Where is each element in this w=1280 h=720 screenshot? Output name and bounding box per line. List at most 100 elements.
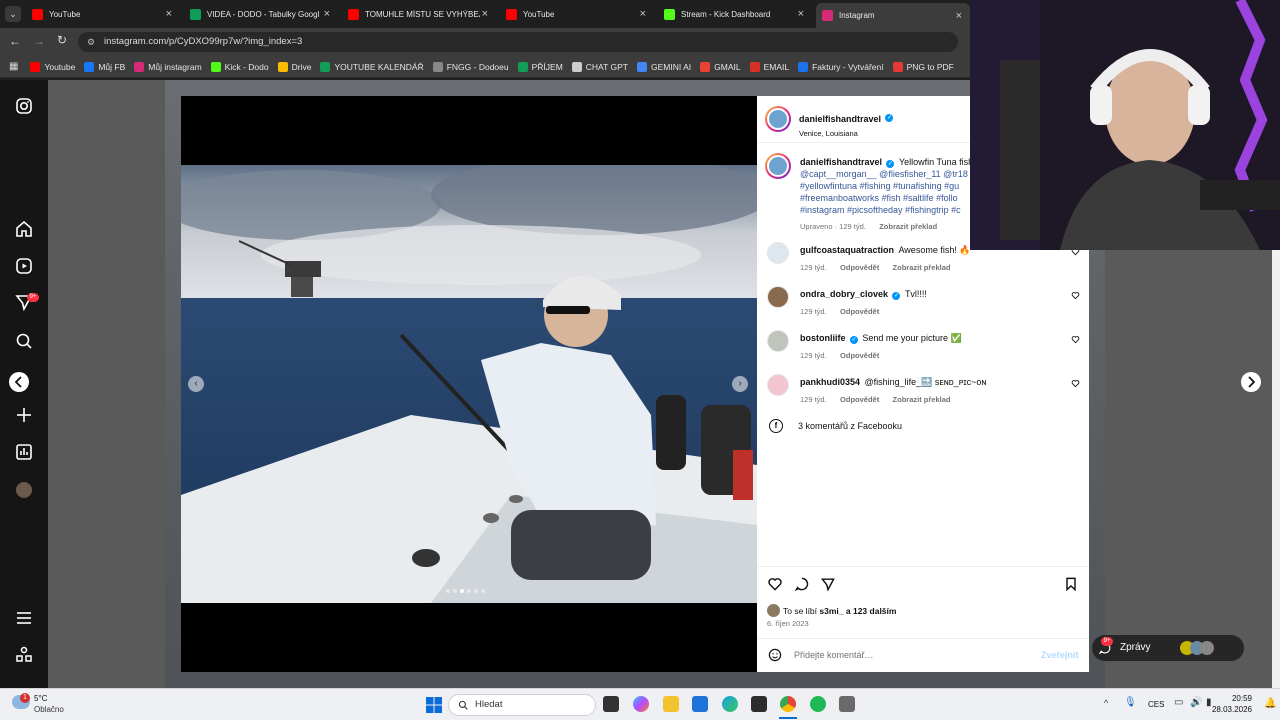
caption-username[interactable]: danielfishandtravel — [800, 157, 882, 167]
also-from-meta-icon[interactable] — [14, 645, 34, 665]
reload-icon[interactable]: ↻ — [57, 33, 67, 47]
tab-close-icon[interactable]: × — [956, 10, 962, 22]
next-post-button[interactable] — [1241, 372, 1261, 392]
create-plus-icon[interactable] — [14, 405, 34, 425]
commenter-username[interactable]: gulfcoastaquatraction — [800, 245, 894, 255]
commenter-avatar[interactable] — [767, 242, 789, 264]
comment-like-heart-icon[interactable] — [1071, 291, 1080, 300]
show-hidden-icons-icon[interactable]: ^ — [1104, 698, 1108, 708]
bookmark-item[interactable]: Faktury - Vytváření — [798, 61, 884, 72]
windows-start-icon[interactable] — [426, 697, 442, 713]
comment-reply-link[interactable]: Odpovědět — [840, 307, 879, 316]
author-avatar[interactable] — [765, 106, 791, 132]
file-explorer-icon[interactable] — [663, 696, 679, 712]
calculator-icon[interactable] — [839, 696, 855, 712]
commenter-avatar[interactable] — [767, 286, 789, 308]
browser-tab[interactable]: YouTube × — [26, 3, 180, 25]
caption-translate-link[interactable]: Zobrazit překlad — [879, 222, 937, 231]
chrome-icon[interactable] — [780, 696, 796, 712]
save-bookmark-icon[interactable] — [1063, 576, 1079, 592]
bookmark-item[interactable]: Můj FB — [84, 61, 125, 72]
bookmark-item[interactable]: PŘÍJEM — [517, 61, 563, 72]
back-icon[interactable]: ← — [9, 34, 21, 48]
bookmark-item[interactable]: EMAIL — [749, 61, 789, 72]
bookmark-item[interactable]: PNG to PDF — [892, 61, 954, 72]
comment-icon[interactable] — [794, 576, 810, 592]
profile-avatar[interactable] — [16, 482, 32, 498]
emoji-icon[interactable] — [767, 647, 783, 663]
caption-avatar[interactable] — [765, 153, 791, 179]
comment-translate-link[interactable]: Zobrazit překlad — [893, 395, 951, 404]
tab-close-icon[interactable]: × — [640, 8, 646, 20]
bookmark-item[interactable]: CHAT GPT — [571, 61, 628, 72]
home-icon[interactable] — [14, 219, 34, 239]
comment-reply-link[interactable]: Odpovědět — [840, 351, 879, 360]
url-input[interactable]: ⚙ instagram.com/p/CyDXO99rp7w/?img_index… — [78, 32, 958, 52]
author-username[interactable]: danielfishandtravel — [799, 114, 881, 124]
likes-others[interactable]: a 123 dalším — [846, 606, 897, 616]
comment-like-heart-icon[interactable] — [1071, 335, 1080, 344]
bookmark-item[interactable]: Drive — [277, 61, 311, 72]
edge-icon[interactable] — [722, 696, 738, 712]
share-send-icon[interactable] — [820, 576, 836, 592]
bookmark-item[interactable]: YOUTUBE KALENDÁŘ — [320, 61, 424, 72]
volume-icon[interactable]: 🔊 — [1190, 697, 1202, 708]
store-icon[interactable] — [692, 696, 708, 712]
carousel-next-button[interactable]: › — [732, 376, 748, 392]
taskbar-search-input[interactable]: Hledat — [448, 694, 596, 716]
browser-tab[interactable]: Stream - Kick Dashboard × — [658, 3, 812, 25]
previous-post-button[interactable] — [9, 372, 29, 392]
bookmark-item[interactable]: GEMINI AI — [636, 61, 691, 72]
input-language[interactable]: CES — [1148, 700, 1164, 709]
facebook-comments-link[interactable]: f 3 komentářů z Facebooku — [769, 419, 902, 433]
search-icon[interactable] — [14, 331, 34, 351]
post-location[interactable]: Venice, Louisiana — [799, 129, 893, 138]
browser-tab[interactable]: Instagram × — [816, 3, 970, 28]
microphone-icon[interactable]: 🎙 — [1124, 697, 1137, 708]
post-photo[interactable] — [181, 165, 757, 603]
site-info-icon[interactable]: ⚙ — [87, 32, 95, 52]
task-view-icon[interactable] — [603, 696, 619, 712]
notification-bell-icon[interactable]: 🔔 — [1264, 698, 1276, 709]
tab-close-icon[interactable]: × — [798, 8, 804, 20]
like-heart-icon[interactable] — [767, 576, 783, 592]
network-icon[interactable]: ▭ — [1174, 697, 1183, 708]
apps-grid-icon[interactable]: ▦ — [9, 61, 18, 72]
publish-comment-button[interactable]: Zveřejnit — [1041, 650, 1079, 660]
browser-tab[interactable]: YouTube × — [500, 3, 654, 25]
tab-close-icon[interactable]: × — [166, 8, 172, 20]
forward-icon[interactable]: → — [33, 34, 45, 48]
commenter-username[interactable]: pankhudi0354 — [800, 377, 860, 387]
browser-tab[interactable]: VIDEA - DODO - Tabulky Googl × — [184, 3, 338, 25]
likes-user[interactable]: s3mi_ — [819, 606, 843, 616]
tab-search-button[interactable]: ⌄ — [5, 6, 21, 22]
tab-close-icon[interactable]: × — [324, 8, 330, 20]
messages-pill[interactable]: 9+ Zprávy — [1092, 635, 1244, 661]
weather-temp[interactable]: 5°C — [34, 694, 47, 703]
dashboard-icon[interactable] — [14, 442, 34, 462]
more-menu-icon[interactable] — [14, 608, 34, 628]
tab-close-icon[interactable]: × — [482, 8, 488, 20]
browser-tab[interactable]: TOMUHLE MÍSTU SE VYHÝBEJTE× — [342, 3, 496, 25]
commenter-avatar[interactable] — [767, 330, 789, 352]
comment-input[interactable]: Přidejte komentář… — [794, 650, 874, 660]
bookmark-item[interactable]: Youtube — [30, 61, 75, 72]
clock-time[interactable]: 20:59 — [1212, 694, 1252, 703]
commenter-avatar[interactable] — [767, 374, 789, 396]
copilot-icon[interactable] — [633, 696, 649, 712]
comment-reply-link[interactable]: Odpovědět — [840, 395, 879, 404]
bookmark-item[interactable]: Kick - Dodo — [210, 61, 269, 72]
instagram-logo-icon[interactable] — [14, 96, 34, 116]
carousel-prev-button[interactable]: ‹ — [188, 376, 204, 392]
bookmark-item[interactable]: FNGG - Dodoeu — [432, 61, 509, 72]
commenter-username[interactable]: ondra_dobry_clovek — [800, 289, 888, 299]
bookmark-item[interactable]: Můj instagram — [134, 61, 202, 72]
comment-translate-link[interactable]: Zobrazit překlad — [893, 263, 951, 272]
spotify-icon[interactable] — [810, 696, 826, 712]
comment-like-heart-icon[interactable] — [1071, 379, 1080, 388]
commenter-username[interactable]: bostonliife — [800, 333, 846, 343]
reels-icon[interactable] — [14, 256, 34, 276]
bookmark-item[interactable]: GMAIL — [700, 61, 741, 72]
clock-date[interactable]: 28.03.2026 — [1210, 705, 1252, 714]
weather-desc[interactable]: Oblačno — [34, 705, 64, 714]
